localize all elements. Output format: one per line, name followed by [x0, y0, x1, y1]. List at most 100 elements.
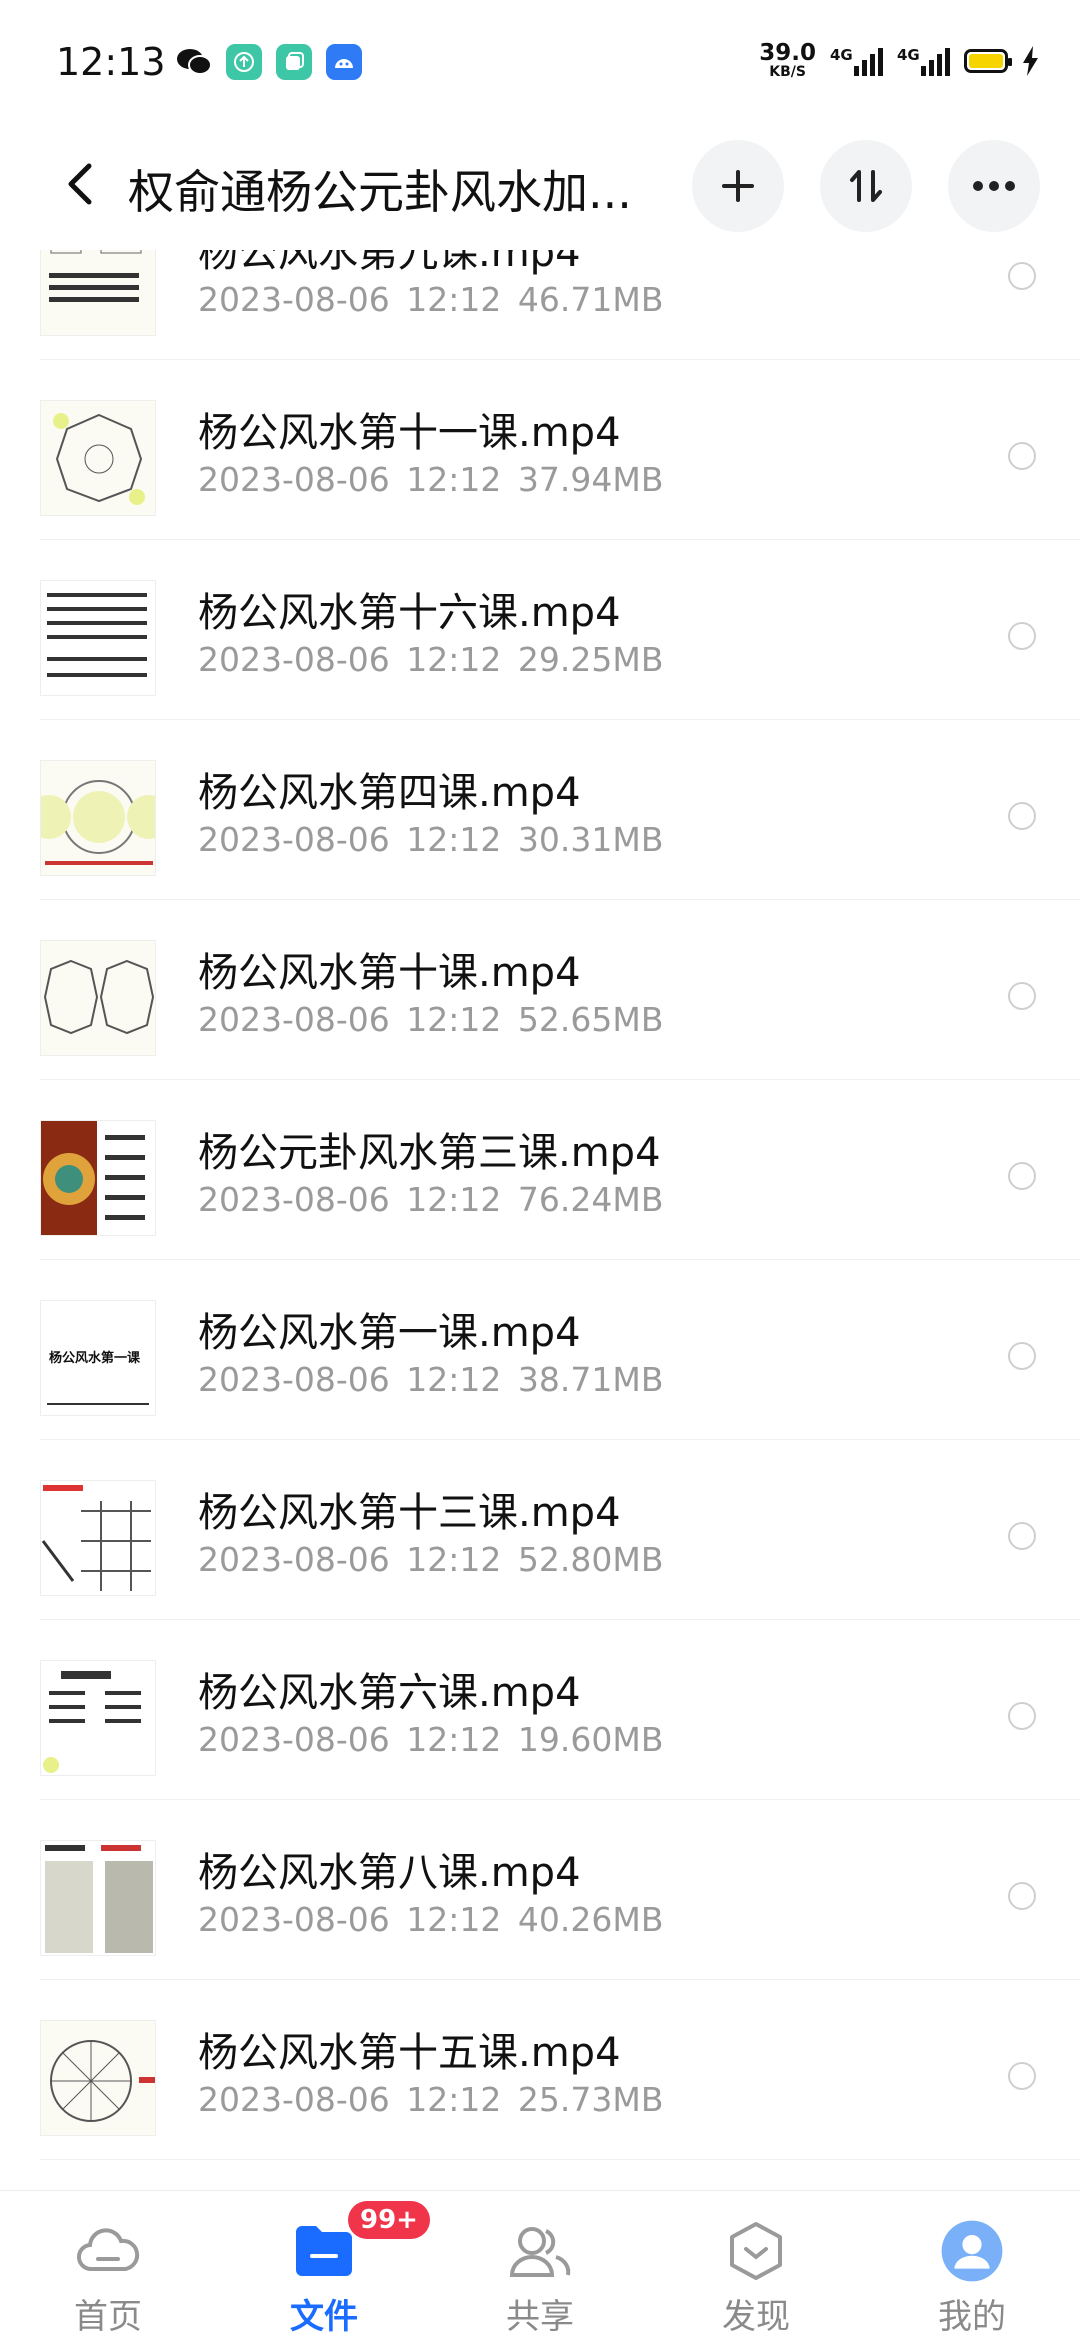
battery-icon — [964, 48, 1012, 73]
file-time: 12:12 — [406, 2080, 502, 2119]
file-size: 29.25MB — [517, 640, 664, 679]
users-icon — [508, 2219, 572, 2283]
file-size: 37.94MB — [517, 460, 664, 499]
back-button[interactable] — [50, 154, 110, 214]
file-date: 2023-08-06 — [198, 1900, 390, 1939]
tab-share[interactable]: 共享 — [432, 2191, 648, 2341]
file-row[interactable]: 杨公风水第九课.mp4 2023-08-06 12:12 46.71MB — [0, 250, 1080, 360]
signal-sim2-icon: 4G — [897, 46, 950, 76]
android-icon — [326, 44, 362, 80]
status-indicators: 39.0 KB/S 4G 4G — [759, 42, 1040, 79]
file-row[interactable]: 杨公风水第十五课.mp4 2023-08-06 12:12 25.73MB — [0, 1980, 1080, 2160]
select-radio[interactable] — [1008, 1342, 1036, 1370]
select-radio[interactable] — [1008, 622, 1036, 650]
file-name: 杨公风水第四课.mp4 — [198, 770, 581, 816]
select-radio[interactable] — [1008, 1702, 1036, 1730]
file-date: 2023-08-06 — [198, 1540, 390, 1579]
select-radio[interactable] — [1008, 1162, 1036, 1190]
video-thumbnail — [40, 400, 156, 516]
select-radio[interactable] — [1008, 262, 1036, 290]
file-row[interactable]: 杨公风水第十课.mp4 2023-08-06 12:12 52.65MB — [0, 900, 1080, 1080]
file-name: 杨公风水第八课.mp4 — [198, 1850, 581, 1896]
file-row[interactable]: 杨公风水第十六课.mp4 2023-08-06 12:12 29.25MB — [0, 540, 1080, 720]
file-list[interactable]: 杨公风水第九课.mp4 2023-08-06 12:12 46.71MB 杨公风水第… — [0, 250, 1080, 2190]
more-icon — [973, 181, 1015, 191]
file-time: 12:12 — [406, 1540, 502, 1579]
file-row[interactable]: 杨公风水第十一课.mp4 2023-08-06 12:12 37.94MB — [0, 360, 1080, 540]
app-icon — [276, 44, 312, 80]
file-date: 2023-08-06 — [198, 460, 390, 499]
file-size: 40.26MB — [517, 1900, 664, 1939]
file-date: 2023-08-06 — [198, 640, 390, 679]
video-thumbnail — [40, 1660, 156, 1776]
file-size: 52.80MB — [517, 1540, 664, 1579]
notification-icons — [176, 44, 362, 80]
video-thumbnail — [40, 1480, 156, 1596]
select-radio[interactable] — [1008, 1522, 1036, 1550]
file-row[interactable]: 杨公元卦风水第三课.mp4 2023-08-06 12:12 76.24MB — [0, 1080, 1080, 1260]
file-size: 52.65MB — [517, 1000, 664, 1039]
video-thumbnail — [40, 1120, 156, 1236]
tab-label: 文件 — [290, 2297, 358, 2337]
file-time: 12:12 — [406, 1000, 502, 1039]
select-radio[interactable] — [1008, 2062, 1036, 2090]
file-name: 杨公风水第十六课.mp4 — [198, 590, 621, 636]
file-time: 12:12 — [406, 280, 502, 319]
sort-button[interactable] — [820, 140, 912, 232]
file-row[interactable]: 杨公风水第十三课.mp4 2023-08-06 12:12 52.80MB — [0, 1440, 1080, 1620]
file-time: 12:12 — [406, 1360, 502, 1399]
file-date: 2023-08-06 — [198, 1180, 390, 1219]
video-thumbnail: 杨公风水第一课 — [40, 1300, 156, 1416]
plus-icon — [722, 170, 754, 202]
file-size: 76.24MB — [517, 1180, 664, 1219]
file-row[interactable]: 杨公风水第八课.mp4 2023-08-06 12:12 40.26MB — [0, 1800, 1080, 1980]
select-radio[interactable] — [1008, 442, 1036, 470]
file-row[interactable]: 杨公风水第一课 杨公风水第一课.mp4 2023-08-06 12:12 38.71… — [0, 1260, 1080, 1440]
video-thumbnail — [40, 1840, 156, 1956]
select-radio[interactable] — [1008, 982, 1036, 1010]
file-meta: 2023-08-06 12:12 37.94MB — [198, 460, 663, 499]
file-size: 19.60MB — [517, 1720, 664, 1759]
tab-label: 我的 — [938, 2297, 1006, 2337]
file-meta: 2023-08-06 12:12 29.25MB — [198, 640, 663, 679]
file-meta: 2023-08-06 12:12 46.71MB — [198, 280, 663, 319]
wechat-icon — [176, 44, 212, 80]
file-meta: 2023-08-06 12:12 52.80MB — [198, 1540, 663, 1579]
notification-badge: 99+ — [348, 2201, 430, 2239]
signal-sim1-icon: 4G — [830, 46, 883, 76]
video-thumbnail — [40, 940, 156, 1056]
folder-icon — [292, 2219, 356, 2283]
tab-me[interactable]: 我的 — [864, 2191, 1080, 2341]
file-meta: 2023-08-06 12:12 19.60MB — [198, 1720, 663, 1759]
file-meta: 2023-08-06 12:12 30.31MB — [198, 820, 663, 859]
file-meta: 2023-08-06 12:12 76.24MB — [198, 1180, 663, 1219]
app-header: 权俞通杨公元卦风水加... — [0, 130, 1080, 250]
charging-icon — [1023, 45, 1038, 76]
file-time: 12:12 — [406, 640, 502, 679]
file-size: 25.73MB — [517, 2080, 664, 2119]
tab-discover[interactable]: 发现 — [648, 2191, 864, 2341]
file-name: 杨公风水第六课.mp4 — [198, 1670, 581, 1716]
file-time: 12:12 — [406, 1720, 502, 1759]
file-time: 12:12 — [406, 820, 502, 859]
file-row[interactable]: 杨公风水第六课.mp4 2023-08-06 12:12 19.60MB — [0, 1620, 1080, 1800]
file-row[interactable]: 杨公风水第四课.mp4 2023-08-06 12:12 30.31MB — [0, 720, 1080, 900]
file-time: 12:12 — [406, 1180, 502, 1219]
discover-icon — [724, 2219, 788, 2283]
file-name: 杨公风水第一课.mp4 — [198, 1310, 581, 1356]
file-name: 杨公风水第十一课.mp4 — [198, 410, 621, 456]
video-thumbnail — [40, 760, 156, 876]
file-size: 38.71MB — [517, 1360, 664, 1399]
add-button[interactable] — [692, 140, 784, 232]
file-name: 杨公风水第十三课.mp4 — [198, 1490, 621, 1536]
select-radio[interactable] — [1008, 802, 1036, 830]
tab-label: 首页 — [74, 2297, 142, 2337]
file-name: 杨公风水第十五课.mp4 — [198, 2030, 621, 2076]
select-radio[interactable] — [1008, 1882, 1036, 1910]
file-name: 杨公风水第十课.mp4 — [198, 950, 581, 996]
file-meta: 2023-08-06 12:12 52.65MB — [198, 1000, 663, 1039]
thumbnail-text: 杨公风水第一课 — [49, 1351, 141, 1366]
more-button[interactable] — [948, 140, 1040, 232]
bottom-tab-bar: 首页 文件 共享 99+ 发现 我的 — [0, 2190, 1080, 2341]
tab-home[interactable]: 首页 — [0, 2191, 216, 2341]
